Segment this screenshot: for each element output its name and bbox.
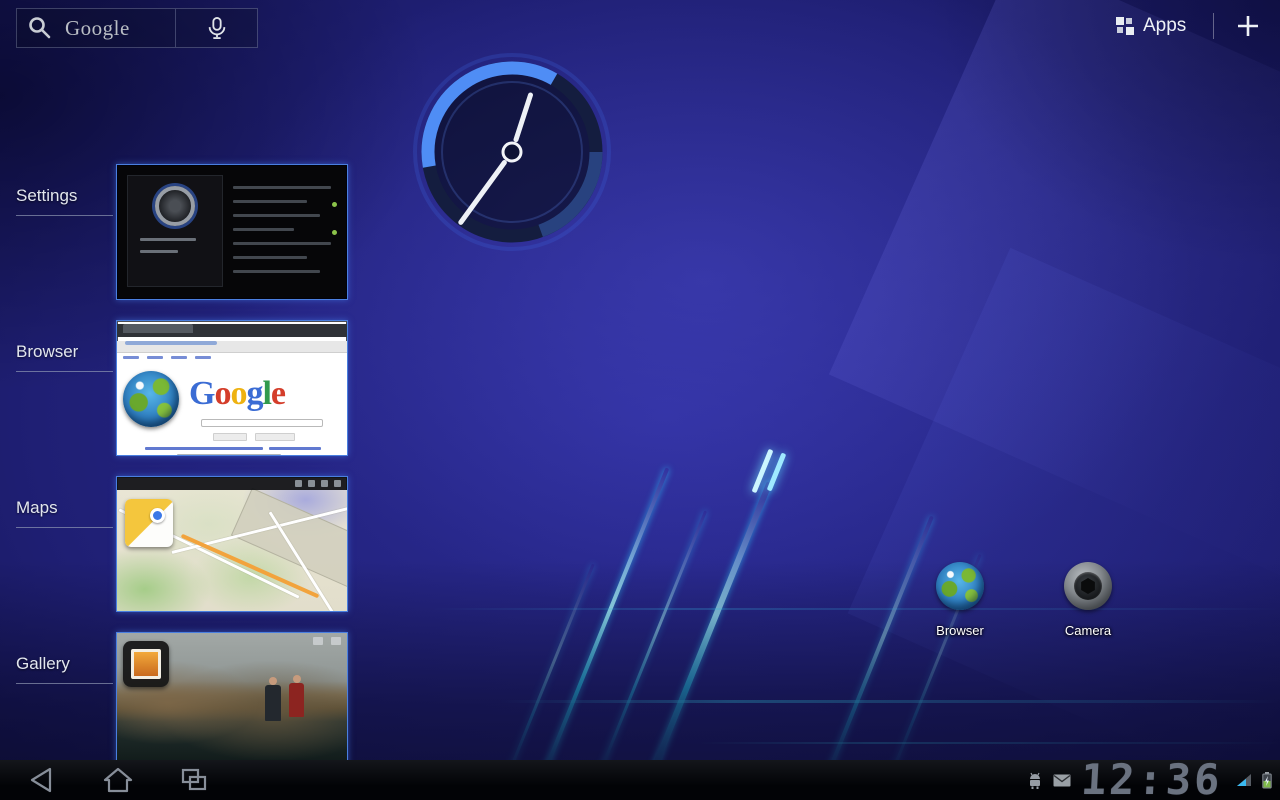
- recent-label-browser: Browser: [16, 342, 113, 372]
- signal-icon: [1236, 773, 1252, 787]
- google-button-thumb: [255, 433, 295, 441]
- settings-thumb-dialog: [127, 175, 223, 287]
- google-homepage-logo: Google: [189, 375, 285, 413]
- email-icon: [1053, 774, 1071, 787]
- thumb-text-line: [233, 186, 331, 189]
- settings-green-indicator: [332, 230, 337, 235]
- photo-person: [265, 685, 281, 721]
- settings-thumb-list: [233, 175, 339, 291]
- system-bar: 12:36: [0, 760, 1280, 800]
- browser-globe-icon: [123, 371, 179, 427]
- thumb-link-line: [269, 447, 321, 450]
- home-screen: Google Apps: [0, 0, 1280, 800]
- recent-thumbnail-settings[interactable]: [116, 164, 348, 300]
- share-glyph-icon: [331, 637, 341, 645]
- thumb-text-line: [233, 256, 307, 259]
- thumb-link-line: [145, 447, 263, 450]
- add-widget-button[interactable]: [1234, 12, 1262, 40]
- thumb-text-line: [233, 200, 307, 203]
- back-arrow-icon: [24, 766, 60, 794]
- status-clock: 12:36: [1080, 760, 1224, 800]
- analog-clock-widget[interactable]: [407, 47, 617, 257]
- google-button-thumb: [213, 433, 247, 441]
- browser-globe-icon: [936, 562, 984, 610]
- volume-knob-icon: [155, 186, 195, 226]
- apps-grid-icon: [1116, 17, 1134, 35]
- thumb-text-line: [233, 228, 294, 231]
- status-area[interactable]: 12:36: [1027, 760, 1272, 800]
- shortcut-browser-label: Browser: [910, 623, 1010, 638]
- recent-thumbnail-gallery[interactable]: [116, 632, 348, 768]
- settings-green-indicator: [332, 202, 337, 207]
- gallery-app-icon: [123, 641, 169, 687]
- usb-debug-icon: [1027, 772, 1043, 789]
- shortcut-browser[interactable]: [936, 562, 984, 610]
- recent-thumbnail-maps[interactable]: [116, 476, 348, 612]
- thumb-text-line: [233, 270, 320, 273]
- home-button[interactable]: [90, 760, 146, 800]
- recent-apps-button[interactable]: [166, 760, 222, 800]
- camera-glyph-icon: [313, 637, 323, 645]
- thumb-text-line: [233, 242, 331, 245]
- camera-lens-icon: [1064, 562, 1112, 610]
- microphone-icon: [206, 15, 228, 41]
- photo-person: [289, 683, 304, 717]
- home-icon: [100, 766, 136, 794]
- browser-thumb-urlbar: [117, 341, 347, 353]
- google-logo: Google: [65, 16, 130, 41]
- google-search-field-thumb: [201, 419, 323, 427]
- browser-thumb-tabbar: [117, 324, 347, 337]
- gallery-photo-frame-icon: [131, 649, 161, 679]
- thumb-link-line: [177, 454, 281, 456]
- apps-button-label: Apps: [1143, 15, 1186, 37]
- browser-thumb-tab: [123, 324, 193, 333]
- battery-charging-icon: [1262, 772, 1272, 789]
- back-button[interactable]: [14, 760, 70, 800]
- maps-pin-icon: [150, 508, 165, 523]
- topbar-divider: [1213, 13, 1214, 39]
- thumb-text-line: [140, 238, 196, 241]
- recent-label-maps: Maps: [16, 498, 113, 528]
- browser-thumb-url: [125, 341, 217, 345]
- thumb-text-line: [140, 250, 178, 253]
- google-search-widget[interactable]: Google: [16, 8, 176, 48]
- browser-thumb-links-row: [123, 356, 211, 359]
- gallery-thumb-actionbar-icons: [313, 635, 341, 645]
- maps-app-icon: [125, 499, 173, 547]
- apps-button[interactable]: Apps: [1116, 10, 1186, 42]
- voice-search-button[interactable]: [176, 8, 258, 48]
- search-icon: [27, 15, 53, 41]
- recent-label-gallery: Gallery: [16, 654, 113, 684]
- browser-thumb-page: Google: [117, 353, 347, 456]
- recent-apps-icon: [176, 766, 212, 794]
- recent-thumbnail-browser[interactable]: Google: [116, 320, 348, 456]
- shortcut-camera[interactable]: [1064, 562, 1112, 610]
- plus-icon: [1234, 12, 1262, 40]
- maps-thumb-actionbar: [117, 477, 347, 490]
- analog-clock-face: [407, 47, 617, 257]
- shortcut-camera-label: Camera: [1038, 623, 1138, 638]
- recent-label-settings: Settings: [16, 186, 113, 216]
- thumb-text-line: [233, 214, 320, 217]
